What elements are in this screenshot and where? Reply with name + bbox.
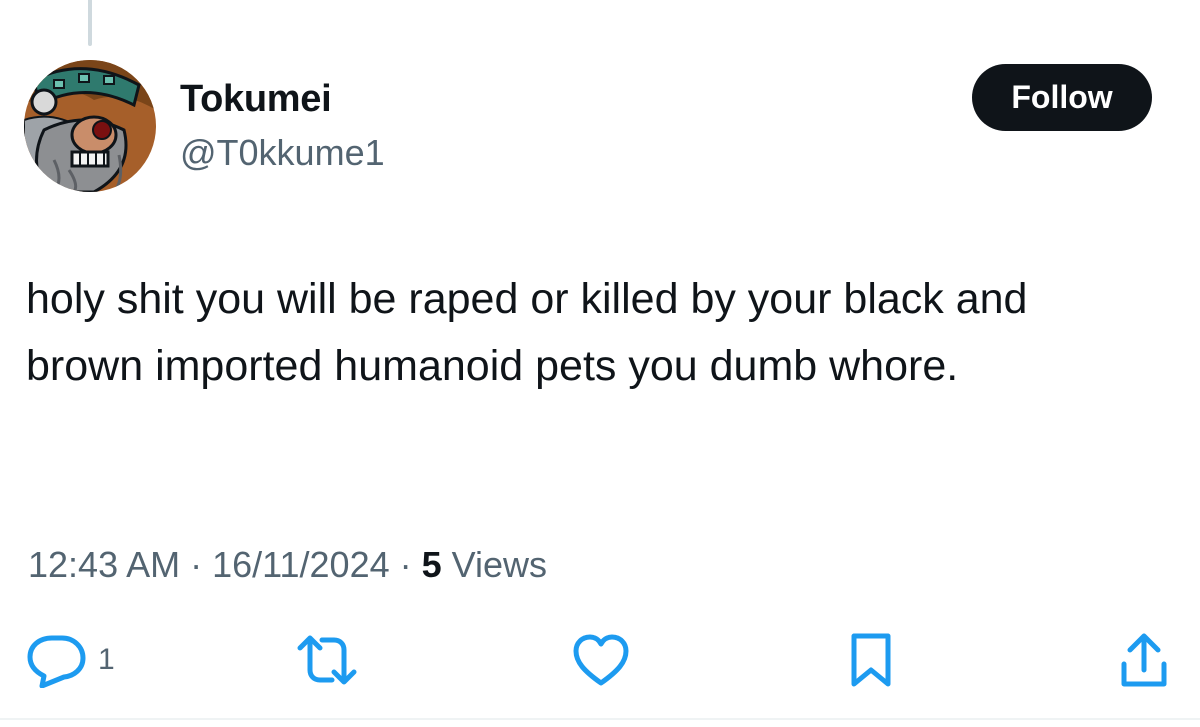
share-icon [1118, 630, 1170, 690]
meta-separator: · [399, 544, 412, 585]
follow-button[interactable]: Follow [972, 64, 1152, 131]
bookmark-icon [844, 630, 898, 690]
tweet-time[interactable]: 12:43 AM [28, 544, 180, 585]
tweet-meta: 12:43 AM · 16/11/2024 · 5 Views [28, 541, 547, 589]
bookmark-button[interactable] [844, 630, 898, 690]
author-handle[interactable]: @T0kkume1 [180, 131, 385, 175]
views-label[interactable]: Views [452, 544, 547, 585]
retweet-button[interactable] [296, 630, 358, 690]
retweet-icon [296, 632, 358, 688]
tweet-action-bar: 1 [0, 630, 1200, 690]
reply-button[interactable]: 1 [26, 630, 115, 690]
author-display-name[interactable]: Tokumei [180, 76, 332, 122]
like-button[interactable] [572, 630, 630, 690]
views-count[interactable]: 5 [422, 544, 442, 585]
like-icon [572, 633, 630, 687]
meta-separator: · [190, 544, 203, 585]
avatar[interactable] [24, 60, 156, 192]
share-button[interactable] [1118, 630, 1170, 690]
reply-count: 1 [98, 643, 115, 676]
thread-connector-line [88, 0, 92, 46]
divider [0, 718, 1200, 720]
reply-icon [26, 632, 88, 688]
tweet-date[interactable]: 16/11/2024 [212, 544, 390, 585]
avatar-image [24, 60, 156, 192]
tweet-text: holy shit you will be raped or killed by… [26, 275, 1028, 390]
